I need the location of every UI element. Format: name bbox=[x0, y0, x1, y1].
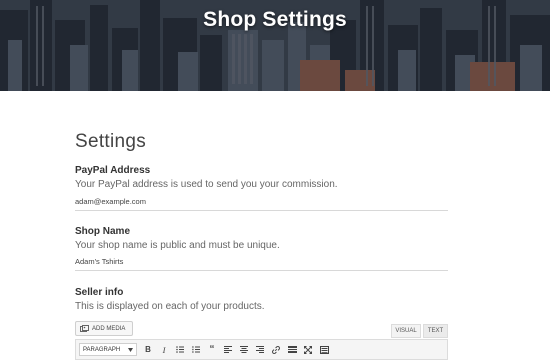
bold-button[interactable]: B bbox=[141, 343, 155, 357]
read-more-icon bbox=[287, 346, 297, 353]
chevron-down-icon bbox=[128, 347, 133, 352]
format-select-value: PARAGRAPH bbox=[83, 346, 121, 353]
editor-toolbar: PARAGRAPH B I “ bbox=[75, 339, 448, 360]
format-select[interactable]: PARAGRAPH bbox=[79, 343, 137, 356]
read-more-button[interactable] bbox=[285, 343, 299, 357]
toolbar-toggle-icon bbox=[319, 345, 329, 354]
hero-title: Shop Settings bbox=[203, 8, 347, 31]
paypal-address-input[interactable]: adam@example.com bbox=[75, 195, 448, 211]
tab-text[interactable]: TEXT bbox=[423, 324, 448, 338]
hero-banner: Shop Settings bbox=[0, 0, 550, 91]
blockquote-button[interactable]: “ bbox=[205, 343, 219, 357]
align-left-button[interactable] bbox=[221, 343, 235, 357]
align-right-button[interactable] bbox=[253, 343, 267, 357]
add-media-icon bbox=[80, 324, 89, 333]
paypal-address-label: PayPal Address bbox=[75, 165, 151, 176]
shop-name-description: Your shop name is public and must be uni… bbox=[75, 240, 280, 251]
add-media-label: ADD MEDIA bbox=[92, 325, 126, 332]
seller-info-label: Seller info bbox=[75, 287, 124, 298]
fullscreen-button[interactable] bbox=[301, 343, 315, 357]
paypal-address-description: Your PayPal address is used to send you … bbox=[75, 179, 338, 190]
shop-name-input[interactable]: Adam's Tshirts bbox=[75, 255, 448, 271]
page-title: Settings bbox=[75, 131, 147, 152]
align-right-icon bbox=[256, 346, 264, 353]
numbered-list-button[interactable] bbox=[189, 343, 203, 357]
align-center-button[interactable] bbox=[237, 343, 251, 357]
seller-info-description: This is displayed on each of your produc… bbox=[75, 301, 265, 312]
link-button[interactable] bbox=[269, 343, 283, 357]
fullscreen-icon bbox=[304, 345, 312, 354]
toolbar-toggle-button[interactable] bbox=[317, 343, 331, 357]
bold-icon: B bbox=[145, 345, 151, 354]
align-left-icon bbox=[224, 346, 232, 353]
link-icon bbox=[272, 345, 280, 354]
align-center-icon bbox=[240, 346, 248, 353]
tab-visual[interactable]: VISUAL bbox=[391, 324, 421, 338]
italic-button[interactable]: I bbox=[157, 343, 171, 357]
italic-icon: I bbox=[162, 344, 166, 355]
numbered-list-icon bbox=[192, 346, 200, 353]
shop-name-label: Shop Name bbox=[75, 226, 131, 237]
blockquote-icon: “ bbox=[209, 343, 215, 355]
bulleted-list-icon bbox=[176, 346, 184, 353]
bulleted-list-button[interactable] bbox=[173, 343, 187, 357]
add-media-button[interactable]: ADD MEDIA bbox=[75, 321, 133, 336]
